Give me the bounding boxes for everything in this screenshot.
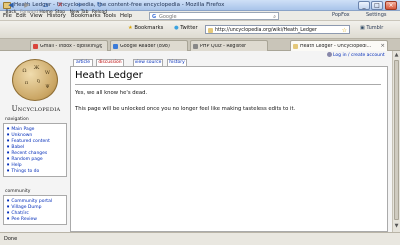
menu-help[interactable]: Help (120, 13, 132, 19)
logo-glyph: ŋ (36, 78, 41, 84)
twitter-button[interactable]: ● Twitter (174, 25, 198, 31)
scroll-thumb[interactable] (394, 60, 399, 220)
tab-heath-ledger[interactable]: Heath Ledger - Uncyclopedi... × (290, 40, 388, 51)
tab-gmail[interactable]: Gmail - Inbox - djbiskin@gma... (30, 40, 108, 51)
logo-glyph: W (44, 70, 51, 76)
new-tab-icon: + (76, 1, 82, 9)
uncyclopedia-icon (293, 43, 298, 49)
title-divider (75, 84, 381, 85)
article-paragraph: This page will be unlocked once you no l… (75, 106, 296, 112)
stop-label: Stop (54, 10, 66, 15)
scroll-up-icon[interactable]: ▲ (394, 52, 399, 59)
uncyclopedia-logo[interactable]: Ω Ж W π ŋ Ψ Uncyclopedia (4, 59, 68, 121)
user-icon (327, 52, 332, 57)
browser-window: Heath Ledger - Uncyclopedia, the content… (0, 0, 400, 245)
tab-label: Heath Ledger - Uncyclopedi... (300, 43, 372, 49)
navigation-list: Main Page Unknown Featured content Babel… (3, 123, 67, 177)
home-button[interactable]: ⌂ Home (39, 1, 53, 16)
reload-icon: ↻ (96, 1, 103, 9)
settings-button[interactable]: Settings (366, 12, 387, 18)
stop-icon: ✕ (57, 1, 63, 9)
tab-label: PHP Quiz - Register (200, 43, 247, 49)
tab-label: Google Reader (898) (120, 43, 170, 49)
personal-tools[interactable]: Log in / create account (327, 52, 385, 58)
web-content: Ω Ж W π ŋ Ψ Uncyclopedia article discuss… (0, 51, 392, 232)
status-text: Done (4, 236, 18, 242)
logo-glyph: Ж (33, 65, 40, 71)
tab-google-reader[interactable]: Google Reader (898) (110, 40, 188, 51)
home-icon: ⌂ (43, 1, 49, 9)
vertical-scrollbar[interactable]: ▲ ▼ (392, 51, 400, 232)
stop-button[interactable]: ✕ Stop (53, 1, 67, 16)
bookmarks-button[interactable]: ★ Bookmarks (128, 25, 163, 31)
maximize-button[interactable]: □ (371, 1, 383, 10)
logo-glyph: Ω (22, 68, 27, 74)
reload-button[interactable]: ↻ Reload (91, 1, 108, 16)
close-window-button[interactable]: × (385, 1, 397, 10)
navigation-heading: navigation (5, 117, 29, 122)
search-input[interactable]: Google (159, 14, 177, 20)
back-label: Back (5, 10, 17, 15)
logo-glyph: Ψ (45, 84, 50, 90)
twitter-icon: ● (174, 25, 179, 31)
status-bar: Done (0, 232, 400, 245)
popfox-button[interactable]: PopFox (332, 12, 350, 18)
tab-strip: Gmail - Inbox - djbiskin@gma... Google R… (0, 39, 400, 51)
article-content: Heath Ledger Yes, we all know he's dead.… (70, 66, 388, 232)
login-link[interactable]: Log in / create account (333, 53, 385, 58)
nav-link[interactable]: Things to do (7, 168, 64, 174)
tumblr-button[interactable]: ▣ Tumblr (360, 25, 383, 31)
minimize-button[interactable]: _ (358, 1, 370, 10)
google-reader-icon (113, 43, 118, 49)
php-quiz-icon (193, 43, 198, 49)
search-box[interactable]: G Google ⌕ (149, 12, 279, 20)
address-bar[interactable]: http://uncyclopedia.org/wiki/Heath_Ledge… (205, 25, 350, 34)
twitter-label: Twitter (180, 25, 198, 31)
forward-label: Forward (20, 10, 39, 15)
url-text[interactable]: http://uncyclopedia.org/wiki/Heath_Ledge… (215, 28, 317, 33)
community-link[interactable]: Pee Review (7, 216, 64, 222)
close-tab-icon[interactable]: × (380, 43, 385, 49)
forward-button[interactable]: ▶ Forward (20, 1, 39, 16)
gmail-icon (33, 43, 38, 49)
back-button[interactable]: ◀ Back (4, 1, 18, 16)
page-favicon-icon (208, 27, 213, 33)
tab-php-quiz[interactable]: PHP Quiz - Register (190, 40, 268, 51)
tumblr-label: Tumblr (366, 25, 384, 31)
back-arrow-icon: ◀ (8, 1, 14, 9)
star-icon[interactable]: ☆ (342, 27, 347, 34)
logo-wordmark: Uncyclopedia (11, 105, 61, 113)
potato-globe-icon: Ω Ж W π ŋ Ψ (12, 59, 58, 101)
new-tab-label: New Tab (69, 10, 89, 15)
community-portlet: community Community portal Village Dump … (3, 189, 67, 225)
reload-label: Reload (91, 10, 108, 15)
scroll-down-icon[interactable]: ▼ (394, 223, 399, 230)
tumblr-icon: ▣ (360, 25, 365, 31)
article-paragraph: Yes, we all know he's dead. (75, 90, 148, 96)
search-icon[interactable]: ⌕ (273, 14, 276, 20)
google-icon: G (152, 13, 157, 20)
community-heading: community (5, 189, 31, 194)
page-title: Heath Ledger (75, 70, 143, 81)
new-tab-button[interactable]: + New Tab (69, 1, 89, 16)
tab-label: Gmail - Inbox - djbiskin@gma... (40, 43, 102, 49)
navigation-portlet: navigation Main Page Unknown Featured co… (3, 117, 67, 177)
bookmarks-label: Bookmarks (134, 25, 164, 31)
home-label: Home (39, 10, 53, 15)
bookmark-star-icon: ★ (128, 25, 133, 31)
logo-glyph: π (24, 80, 29, 86)
community-list: Community portal Village Dump Chat/irc P… (3, 195, 67, 225)
forward-arrow-icon: ▶ (24, 1, 30, 9)
